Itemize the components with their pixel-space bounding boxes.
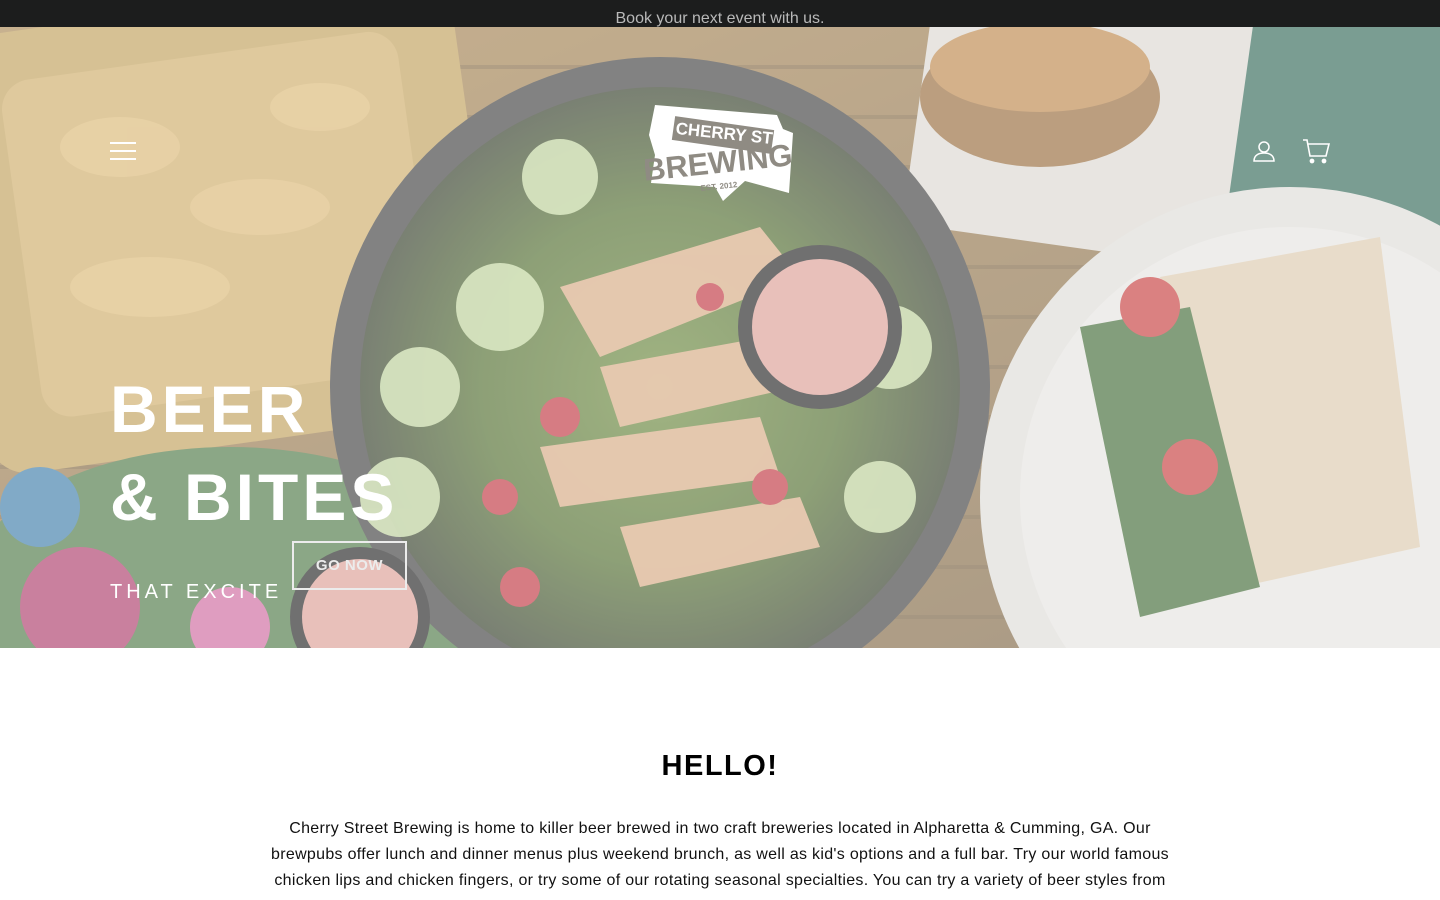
cherry-st-brewing-logo[interactable]: CHERRY ST BREWING EST. 2012: [645, 95, 795, 203]
hero-banner: CHERRY ST BREWING EST. 2012 BEER & BITES…: [0, 27, 1440, 648]
hello-heading: HELLO!: [661, 750, 779, 782]
hero-title-line2: & BITES: [110, 460, 399, 534]
hamburger-menu-icon[interactable]: [110, 140, 138, 162]
hero-subtitle: THAT EXCITE: [110, 581, 283, 603]
hero-title-line1: BEER: [110, 372, 310, 446]
announcement-bar[interactable]: Book your next event with us.: [0, 0, 1440, 27]
user-account-icon[interactable]: [1252, 139, 1276, 163]
announcement-text[interactable]: Book your next event with us.: [616, 1, 825, 27]
hero-title: BEER & BITES: [110, 365, 610, 541]
intro-paragraph: Cherry Street Brewing is home to killer …: [271, 820, 1169, 889]
go-now-button[interactable]: GO NOW: [292, 541, 407, 590]
shopping-cart-icon[interactable]: [1302, 138, 1330, 164]
